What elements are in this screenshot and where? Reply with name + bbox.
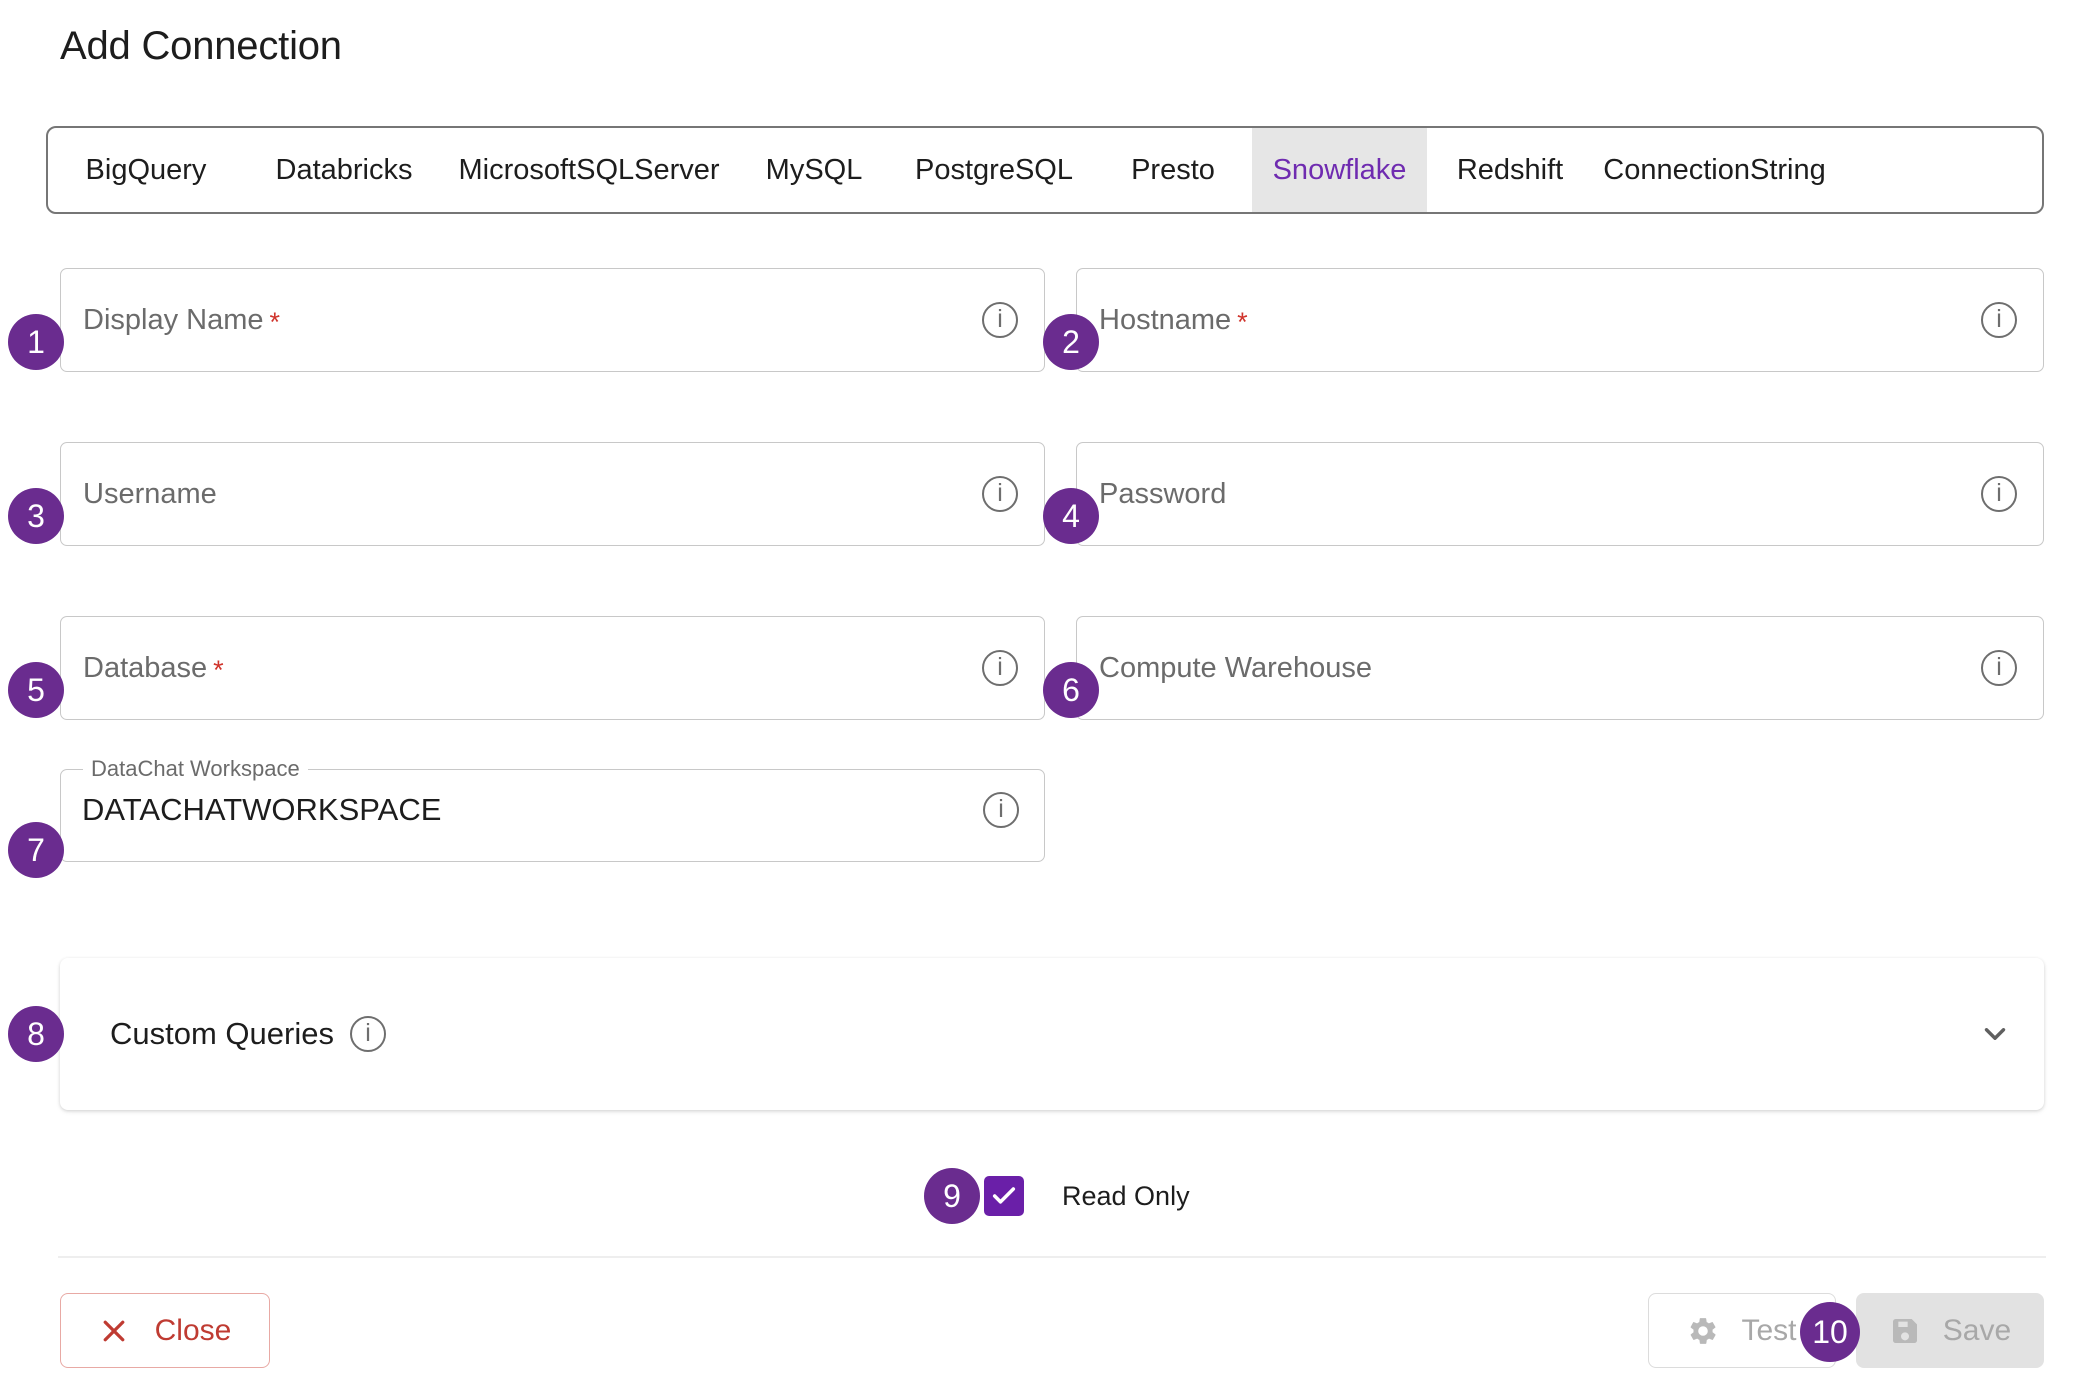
page-title: Add Connection <box>60 24 342 68</box>
info-icon[interactable]: i <box>1981 476 2017 512</box>
info-icon[interactable]: i <box>982 302 1018 338</box>
tab-databricks[interactable]: Databricks <box>244 128 444 212</box>
chevron-down-icon[interactable] <box>1978 1017 2012 1051</box>
step-badge-7: 7 <box>8 822 64 878</box>
required-asterisk: * <box>269 306 281 337</box>
info-icon[interactable]: i <box>1981 650 2017 686</box>
field-placeholder: Compute Warehouse <box>1099 651 1372 684</box>
tab-label: PostgreSQL <box>915 153 1073 186</box>
field-placeholder: Username <box>83 477 217 510</box>
read-only-checkbox[interactable] <box>984 1176 1024 1216</box>
step-badge-9: 9 <box>924 1168 980 1224</box>
field-placeholder: Database <box>83 651 208 684</box>
step-badge-1: 1 <box>8 314 64 370</box>
tab-label: ConnectionString <box>1603 153 1826 186</box>
save-button-label: Save <box>1942 1313 2012 1347</box>
close-x-icon <box>99 1316 129 1346</box>
tab-redshift[interactable]: Redshift <box>1427 128 1593 212</box>
field-datachat-workspace[interactable]: DataChat Workspace DATACHATWORKSPACE i <box>60 758 1045 862</box>
tab-mysql[interactable]: MySQL <box>734 128 894 212</box>
tab-bigquery[interactable]: BigQuery <box>48 128 244 212</box>
field-database[interactable]: Database * i <box>60 616 1045 720</box>
custom-queries-accordion[interactable]: Custom Queries i <box>60 958 2044 1110</box>
field-placeholder: Display Name <box>83 303 264 336</box>
workspace-value: DATACHATWORKSPACE <box>82 792 442 827</box>
step-badge-4: 4 <box>1043 488 1099 544</box>
tab-label: Presto <box>1131 153 1215 186</box>
field-display-name[interactable]: Display Name * i <box>60 268 1045 372</box>
info-icon[interactable]: i <box>982 650 1018 686</box>
field-username[interactable]: Username i <box>60 442 1045 546</box>
tab-presto[interactable]: Presto <box>1094 128 1252 212</box>
tab-microsoftsqlserver[interactable]: MicrosoftSQLServer <box>444 128 734 212</box>
read-only-row[interactable]: Read Only <box>984 1168 1190 1224</box>
close-button[interactable]: Close <box>60 1293 270 1368</box>
tab-postgresql[interactable]: PostgreSQL <box>894 128 1094 212</box>
tab-label: BigQuery <box>85 153 207 186</box>
info-icon[interactable]: i <box>982 476 1018 512</box>
step-badge-5: 5 <box>8 662 64 718</box>
info-icon[interactable]: i <box>983 792 1019 828</box>
field-placeholder: Hostname <box>1099 303 1232 336</box>
step-badge-10: 10 <box>1800 1302 1860 1362</box>
tab-snowflake[interactable]: Snowflake <box>1252 128 1427 212</box>
save-disk-icon <box>1889 1315 1921 1347</box>
step-badge-6: 6 <box>1043 662 1099 718</box>
info-icon[interactable]: i <box>1981 302 2017 338</box>
save-button[interactable]: Save <box>1856 1293 2044 1368</box>
tab-label: Redshift <box>1456 153 1564 186</box>
footer-divider <box>58 1256 2046 1258</box>
tab-connectionstring[interactable]: ConnectionString <box>1593 128 1836 212</box>
field-password[interactable]: Password i <box>1076 442 2044 546</box>
close-button-label: Close <box>154 1313 232 1347</box>
tab-label: Snowflake <box>1272 153 1407 186</box>
field-hostname[interactable]: Hostname * i <box>1076 268 2044 372</box>
required-asterisk: * <box>1237 306 1248 337</box>
connection-type-tabs[interactable]: BigQuery Databricks MicrosoftSQLServer MySQ… <box>46 126 2044 214</box>
field-placeholder: Password <box>1099 477 1227 510</box>
gear-icon <box>1687 1315 1719 1347</box>
step-badge-3: 3 <box>8 488 64 544</box>
info-icon[interactable]: i <box>349 1016 386 1052</box>
tab-label: Databricks <box>275 153 413 186</box>
step-badge-2: 2 <box>1043 314 1099 370</box>
tab-label: MySQL <box>765 153 863 186</box>
add-connection-dialog: Add Connection BigQuery Databricks Microso… <box>0 0 2092 1390</box>
custom-queries-label: Custom Queries <box>110 1016 334 1051</box>
read-only-label: Read Only <box>1062 1180 1190 1211</box>
required-asterisk: * <box>213 654 224 685</box>
test-button-label: Test <box>1741 1313 1797 1347</box>
step-badge-8: 8 <box>8 1006 64 1062</box>
field-compute-warehouse[interactable]: Compute Warehouse i <box>1076 616 2044 720</box>
tab-label: MicrosoftSQLServer <box>458 153 720 186</box>
